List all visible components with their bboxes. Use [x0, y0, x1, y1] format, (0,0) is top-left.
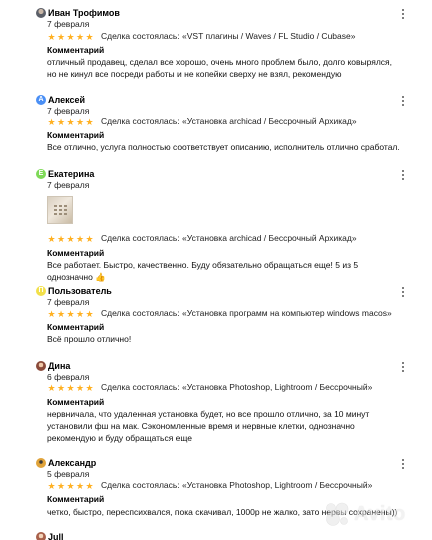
rating-stars: ★ ★ ★ ★ ★	[47, 309, 94, 319]
more-options-icon[interactable]	[399, 361, 407, 373]
deal-info: Сделка состоялась: «Установка archicad /…	[101, 233, 357, 243]
comment-text: Всё прошло отлично!	[47, 334, 132, 344]
comment-text: Все работает. Быстро, качественно. Буду …	[47, 260, 359, 283]
star-icon: ★	[85, 382, 94, 393]
reviewer-name[interactable]: Екатерина	[48, 168, 94, 180]
reviewer-name[interactable]: Иван Трофимов	[48, 7, 120, 19]
star-icon: ★	[56, 382, 66, 393]
star-icon: ★	[66, 116, 75, 127]
comment-text: отличный продавец, сделал все хорошо, оч…	[47, 57, 393, 80]
rating-row: ★ ★ ★ ★ ★ Сделка состоялась: «Установка прог…	[47, 308, 392, 319]
star-icon: ★	[75, 116, 85, 127]
deal-info: Сделка состоялась: «Установка программ н…	[101, 308, 392, 318]
star-icon: ★	[56, 31, 66, 42]
reviewer-name[interactable]: Алексей	[48, 94, 85, 106]
comment-label: Комментарий	[47, 45, 105, 55]
comment-label: Комментарий	[47, 248, 105, 258]
user-avatar[interactable]	[36, 532, 46, 540]
rating-row: ★ ★ ★ ★ ★ Сделка состоялась: «Установка arch…	[47, 233, 357, 244]
reviewer-name[interactable]: Александр	[48, 457, 96, 469]
star-icon: ★	[47, 31, 56, 42]
comment-label: Комментарий	[47, 397, 105, 407]
deal-info: Сделка состоялась: «Установка archicad /…	[101, 116, 357, 126]
more-options-icon[interactable]	[399, 286, 407, 298]
star-icon: ★	[66, 480, 75, 491]
deal-info: Сделка состоялась: «Установка Photoshop,…	[101, 382, 373, 392]
comment-label: Комментарий	[47, 130, 105, 140]
user-avatar[interactable]: А	[36, 95, 46, 105]
comment-label: Комментарий	[47, 494, 105, 504]
star-icon: ★	[66, 382, 75, 393]
more-options-icon[interactable]	[399, 458, 407, 470]
star-icon: ★	[56, 116, 66, 127]
rating-row: ★ ★ ★ ★ ★ Сделка состоялась: «Установка arch…	[47, 116, 357, 127]
review-date: 7 февраля	[47, 19, 90, 29]
rating-row: ★ ★ ★ ★ ★ Сделка состоялась: «Установка Phot…	[47, 480, 372, 491]
star-icon: ★	[56, 233, 66, 244]
star-icon: ★	[75, 308, 85, 319]
star-icon: ★	[66, 308, 75, 319]
star-icon: ★	[66, 233, 75, 244]
star-icon: ★	[47, 116, 56, 127]
star-icon: ★	[75, 233, 85, 244]
rating-row: ★ ★ ★ ★ ★ Сделка состоялась: «VST плагины / …	[47, 31, 355, 42]
review-date: 7 февраля	[47, 180, 90, 190]
star-icon: ★	[47, 233, 56, 244]
star-icon: ★	[85, 233, 94, 244]
rating-stars: ★ ★ ★ ★ ★	[47, 32, 94, 42]
more-options-icon[interactable]	[399, 169, 407, 181]
rating-row: ★ ★ ★ ★ ★ Сделка состоялась: «Установка Phot…	[47, 382, 372, 393]
reviewer-name[interactable]: Дина	[48, 360, 70, 372]
user-avatar[interactable]: Е	[36, 169, 46, 179]
star-icon: ★	[75, 382, 85, 393]
star-icon: ★	[75, 480, 85, 491]
reviewer-name[interactable]: Jull	[48, 531, 64, 540]
star-icon: ★	[47, 480, 56, 491]
comment-text: нервничала, что удаленная установка буде…	[47, 409, 370, 444]
comment-label: Комментарий	[47, 322, 105, 332]
star-icon: ★	[56, 308, 66, 319]
star-icon: ★	[66, 31, 75, 42]
user-avatar[interactable]	[36, 361, 46, 371]
star-icon: ★	[85, 31, 94, 42]
star-icon: ★	[85, 480, 94, 491]
star-icon: ★	[47, 382, 56, 393]
review-date: 7 февраля	[47, 297, 90, 307]
star-icon: ★	[75, 31, 85, 42]
user-avatar[interactable]	[36, 8, 46, 18]
watermark-text: Avito	[354, 502, 406, 525]
star-icon: ★	[47, 308, 56, 319]
star-icon: ★	[85, 308, 94, 319]
deal-info: Сделка состоялась: «Установка Photoshop,…	[101, 480, 373, 490]
rating-stars: ★ ★ ★ ★ ★	[47, 481, 94, 491]
rating-stars: ★ ★ ★ ★ ★	[47, 383, 94, 393]
star-icon: ★	[56, 480, 66, 491]
avito-logo-icon	[326, 502, 349, 526]
more-options-icon[interactable]	[399, 8, 407, 20]
comment-text: Все отлично, услуга полностью соответств…	[47, 142, 400, 152]
review-photo[interactable]	[47, 196, 73, 224]
review-date: 5 февраля	[47, 469, 90, 479]
avito-watermark: Avito	[324, 494, 430, 534]
user-avatar[interactable]	[36, 458, 46, 468]
star-icon: ★	[85, 116, 94, 127]
deal-info: Сделка состоялась: «VST плагины / Waves …	[101, 31, 356, 41]
rating-stars: ★ ★ ★ ★ ★	[47, 117, 94, 127]
more-options-icon[interactable]	[399, 95, 407, 107]
reviewer-name[interactable]: Пользователь	[48, 285, 112, 297]
rating-stars: ★ ★ ★ ★ ★	[47, 234, 94, 244]
user-avatar[interactable]: П	[36, 286, 46, 296]
